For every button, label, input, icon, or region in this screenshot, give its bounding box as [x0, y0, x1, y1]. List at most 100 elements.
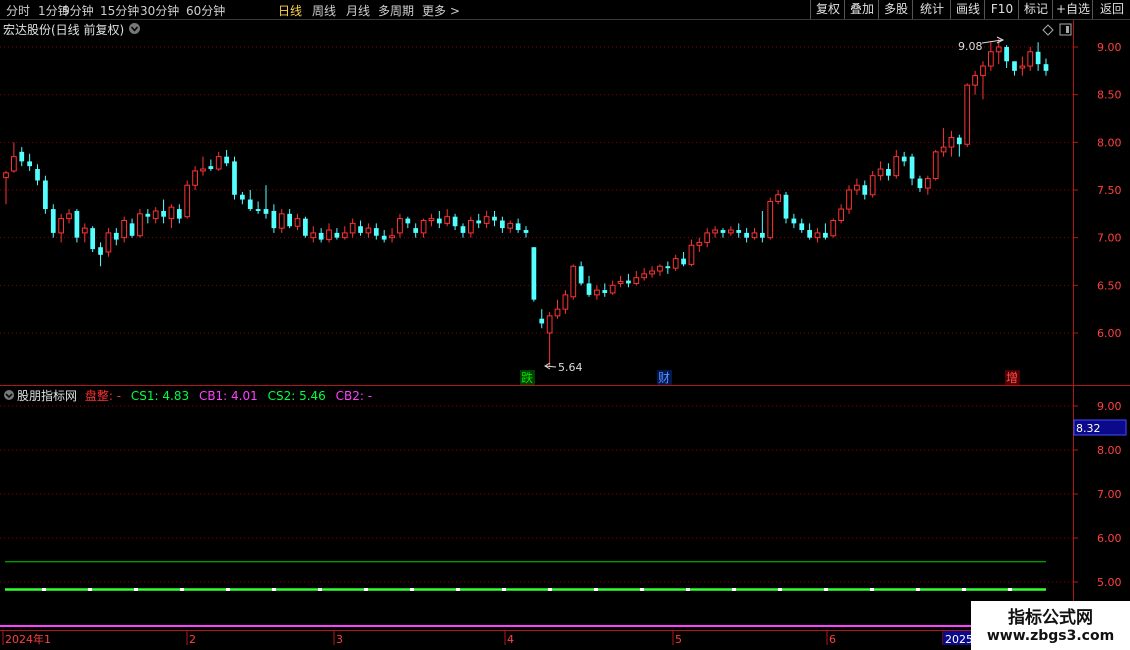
- panel-toggle-icon[interactable]: [1059, 23, 1072, 36]
- cs1-marker: [962, 587, 966, 591]
- candle-body-down: [98, 247, 103, 255]
- candle-body-down: [303, 218, 308, 236]
- candle-body-up: [704, 232, 711, 243]
- candle-body-down: [807, 230, 812, 238]
- candle-body-down: [90, 228, 96, 250]
- candle-body-down: [531, 247, 537, 300]
- candle-body-down: [1035, 51, 1041, 65]
- candle-body-down: [476, 220, 482, 224]
- low-annotation: 5.64: [558, 361, 583, 374]
- candle-body-up: [554, 308, 561, 317]
- candle-body-down: [240, 194, 245, 200]
- candle-body-up: [633, 277, 640, 284]
- cs1-marker: [226, 587, 230, 591]
- candle-body-down: [681, 258, 686, 265]
- candle-body-down: [917, 178, 923, 189]
- candle-body-up: [964, 84, 971, 145]
- watermark-url: www.zbgs3.com: [986, 628, 1115, 644]
- candle-body-down: [783, 194, 789, 219]
- x-label: 4: [507, 633, 514, 646]
- candle-body-up: [546, 315, 553, 334]
- candle-body-down: [1004, 47, 1009, 62]
- candle-body-up: [657, 265, 663, 272]
- candle-body-up: [696, 241, 703, 246]
- candle-body-up: [940, 146, 947, 153]
- candle-body-down: [736, 230, 742, 233]
- candle-body-down: [799, 223, 805, 231]
- candle-body-down: [791, 218, 797, 224]
- candle-body-down: [862, 185, 868, 195]
- marker-die[interactable]: 跌: [521, 370, 533, 385]
- candle-body-up: [349, 222, 356, 234]
- candle-body-up: [609, 284, 616, 294]
- cs1-marker: [272, 587, 276, 591]
- diamond-icon[interactable]: [1042, 24, 1054, 36]
- label-cs1: CS1: 4.83: [130, 389, 190, 403]
- candle-body-up: [712, 229, 718, 234]
- label-cb2-value: -: [367, 389, 373, 403]
- candle-body-down: [35, 169, 40, 181]
- cs1-marker: [180, 587, 184, 591]
- label-pan-value: -: [116, 389, 122, 403]
- candle-body-down: [886, 169, 891, 176]
- indicator-name[interactable]: 股朋指标网: [17, 389, 77, 403]
- candle-body-down: [232, 161, 237, 195]
- candle-body-down: [271, 210, 277, 229]
- candle-body-up: [184, 184, 191, 218]
- cs1-marker: [686, 587, 690, 591]
- cs1-marker: [364, 587, 368, 591]
- candle-body-down: [287, 213, 292, 227]
- candle-body-up: [310, 232, 317, 239]
- candle-body-up: [294, 218, 301, 227]
- chevron-down-icon[interactable]: [128, 22, 141, 35]
- candle-body-up: [420, 220, 427, 234]
- candle-body-up: [688, 244, 695, 265]
- candle-body-up: [215, 156, 222, 170]
- marker-cai[interactable]: 财: [658, 371, 670, 385]
- candle-body-down: [405, 218, 411, 224]
- kline-chart[interactable]: 9.00 8.50 8.00 7.50 7.00 6.50 6.00 9.00 8.00 7.0…: [0, 0, 1130, 650]
- candle-body-down: [74, 210, 80, 238]
- candle-body-up: [924, 178, 931, 189]
- candle-body-up: [168, 206, 175, 220]
- label-cb1: CB1: 4.01: [198, 389, 258, 403]
- candle-body-down: [334, 232, 340, 238]
- cs1-marker: [134, 587, 138, 591]
- cs1-marker: [1008, 587, 1012, 591]
- candle-body-down: [145, 213, 151, 217]
- indicator-legend: 股朋指标网 盘整: - CS1: 4.83 CB1: 4.01 CS2: 5.4…: [17, 387, 372, 404]
- main-panel-title: 宏达股份(日线 前复权): [3, 23, 125, 37]
- x-label: 5: [675, 633, 682, 646]
- candle-body-up: [326, 229, 332, 241]
- candle-body-up: [192, 170, 198, 186]
- candle-body-up: [58, 218, 65, 234]
- indicator-chevron-icon[interactable]: [3, 389, 15, 401]
- candle-body-up: [389, 235, 395, 239]
- cs1-marker: [778, 587, 782, 591]
- cs1-marker: [42, 587, 46, 591]
- candle-body-up: [649, 270, 655, 275]
- candle-body-down: [381, 235, 387, 240]
- watermark: 指标公式网 www.zbgs3.com: [971, 601, 1130, 650]
- y-tick-label: 6.50: [1097, 279, 1122, 292]
- candle-body-up: [570, 265, 577, 298]
- cs1-marker: [88, 587, 92, 591]
- y-tick-label: 6.00: [1097, 327, 1122, 340]
- candle-body-down: [50, 209, 56, 233]
- candle-body-up: [467, 220, 474, 234]
- candle-body-down: [129, 223, 135, 236]
- cs1-marker: [916, 587, 920, 591]
- cs1-marker: [502, 587, 506, 591]
- candle-body-down: [413, 228, 419, 233]
- candle-body-down: [161, 210, 166, 217]
- marker-zeng[interactable]: 增: [1006, 371, 1018, 385]
- candle-body-up: [932, 151, 939, 180]
- panel-toggle-icon-fill: [1066, 26, 1069, 33]
- cs1-marker: [318, 587, 322, 591]
- candle-body-down: [602, 290, 608, 293]
- y-tick-label: 5.00: [1097, 576, 1122, 589]
- candle-body-down: [263, 209, 269, 214]
- candle-body-up: [200, 168, 206, 172]
- x-label: 2024年1: [5, 632, 51, 646]
- cs1-marker: [410, 587, 414, 591]
